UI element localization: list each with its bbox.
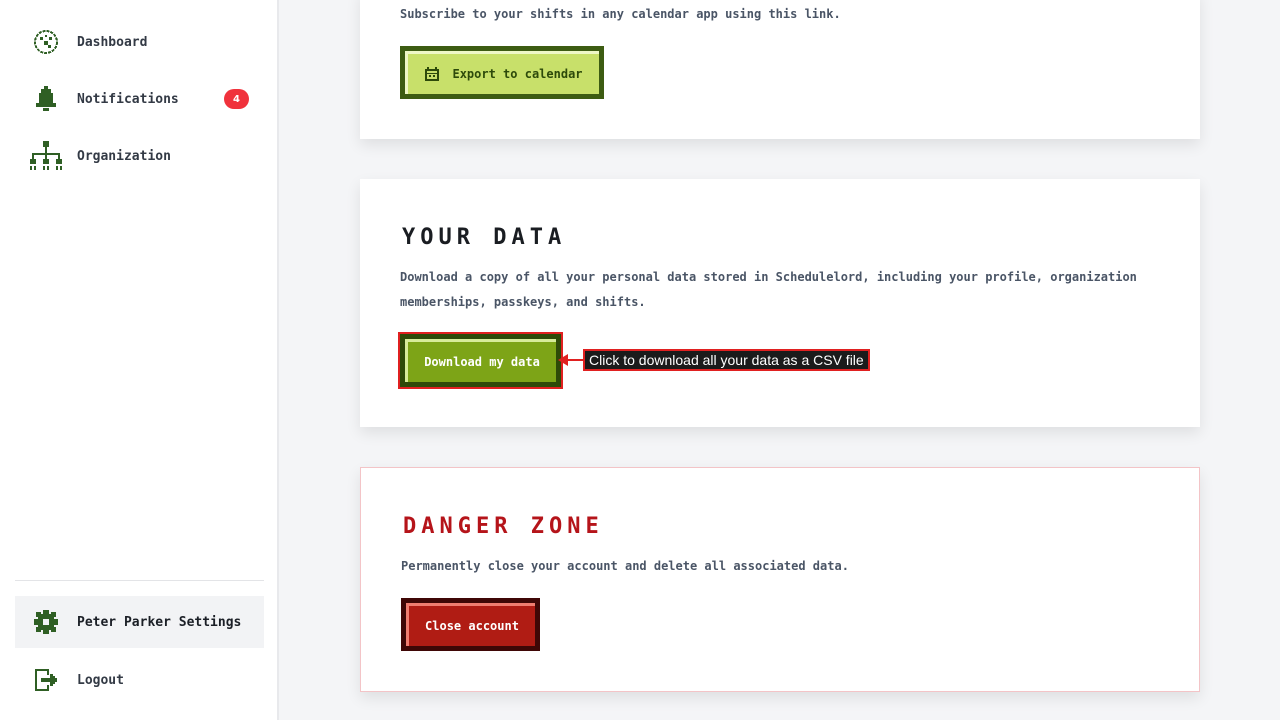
download-my-data-button[interactable]: Download my data: [398, 332, 563, 389]
app-root: Dashboard Notifications 4 Organization P…: [0, 0, 1280, 720]
calendar-export-card: Subscribe to your shifts in any calendar…: [360, 0, 1200, 139]
download-my-data-button-label: Download my data: [424, 355, 540, 369]
export-calendar-button-face: Export to calendar: [405, 51, 599, 94]
export-calendar-button[interactable]: Export to calendar: [400, 46, 604, 99]
sidebar-item-organization[interactable]: Organization: [15, 130, 264, 182]
your-data-heading: YOUR DATA: [402, 225, 567, 250]
annotation-arrow-icon: [558, 354, 584, 366]
close-account-button-face: Close account: [406, 603, 535, 646]
bell-icon: [29, 82, 63, 116]
close-account-button-label: Close account: [425, 619, 519, 633]
sidebar-item-label: Peter Parker Settings: [77, 614, 242, 630]
download-my-data-button-face: Download my data: [405, 339, 556, 382]
your-data-card: YOUR DATA Download a copy of all your pe…: [360, 179, 1200, 427]
sidebar-item-logout[interactable]: Logout: [15, 654, 264, 706]
org-chart-icon: [29, 139, 63, 173]
notification-count-badge: 4: [224, 89, 249, 109]
sidebar-item-label: Logout: [77, 672, 124, 688]
close-account-button[interactable]: Close account: [401, 598, 540, 651]
sidebar-item-settings[interactable]: Peter Parker Settings: [15, 596, 264, 648]
export-calendar-button-label: Export to calendar: [452, 67, 583, 81]
sidebar-item-label: Dashboard: [77, 34, 148, 50]
sidebar-item-dashboard[interactable]: Dashboard: [15, 16, 264, 68]
danger-zone-description: Permanently close your account and delet…: [401, 559, 849, 573]
dashboard-icon: [29, 25, 63, 59]
sidebar-item-label: Notifications: [77, 91, 179, 107]
danger-zone-card: DANGER ZONE Permanently close your accou…: [360, 467, 1200, 692]
logout-icon: [29, 663, 63, 697]
calendar-description: Subscribe to your shifts in any calendar…: [400, 7, 841, 21]
calendar-icon: [425, 66, 440, 81]
danger-zone-heading: DANGER ZONE: [403, 514, 604, 539]
sidebar-item-notifications[interactable]: Notifications 4: [15, 73, 264, 125]
sidebar: Dashboard Notifications 4 Organization P…: [0, 0, 279, 720]
your-data-description: Download a copy of all your personal dat…: [400, 270, 1137, 309]
sidebar-divider: [15, 580, 264, 581]
download-annotation-tooltip: Click to download all your data as a CSV…: [583, 349, 870, 371]
gear-icon: [29, 605, 63, 639]
sidebar-item-label: Organization: [77, 148, 171, 164]
